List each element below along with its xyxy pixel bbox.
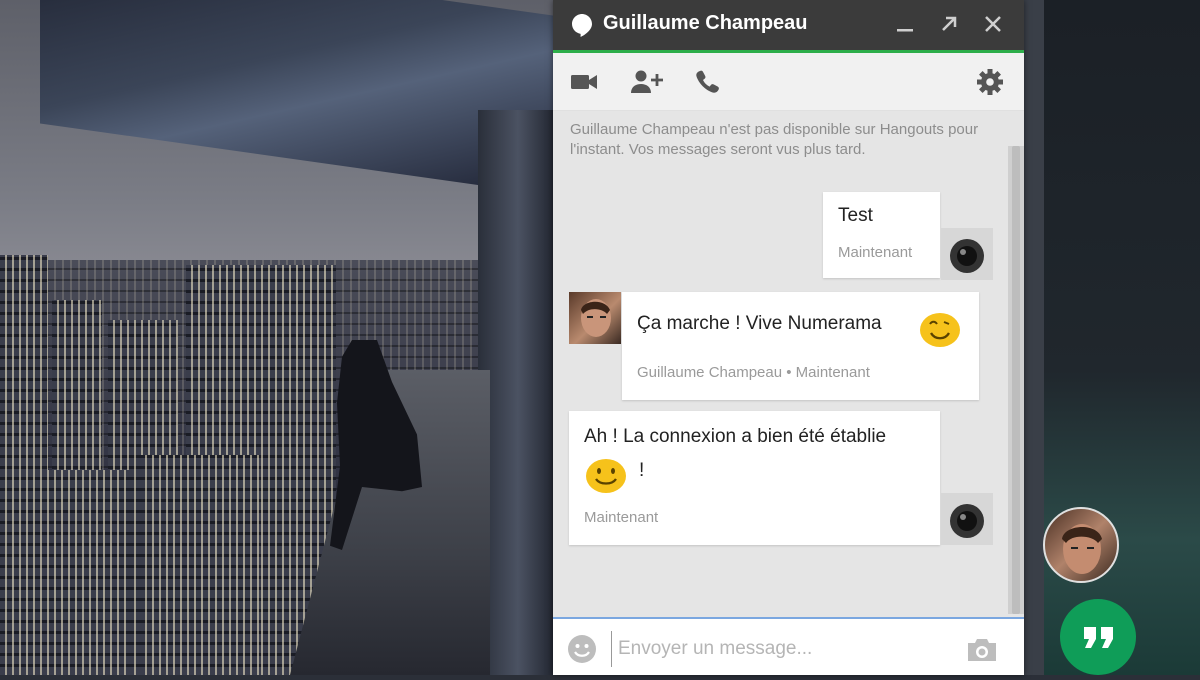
building-wall bbox=[478, 110, 558, 675]
smiley-emoji-icon bbox=[586, 459, 626, 493]
contact-bubble-avatar[interactable] bbox=[1043, 507, 1119, 583]
title-bar[interactable]: Guillaume Champeau bbox=[553, 0, 1024, 53]
building bbox=[0, 470, 130, 675]
video-icon[interactable] bbox=[569, 68, 599, 96]
camera-icon[interactable] bbox=[965, 637, 999, 663]
message-list[interactable]: Guillaume Champeau n'est pas disponible … bbox=[553, 111, 1024, 617]
received-message: Ça marche ! Vive Numerama Guillaume Cham… bbox=[622, 292, 979, 400]
emoji-picker-icon[interactable] bbox=[567, 634, 597, 664]
hangouts-icon bbox=[572, 14, 592, 37]
close-icon[interactable] bbox=[981, 12, 1005, 36]
message-timestamp: Maintenant bbox=[838, 244, 913, 261]
message-text-suffix: ! bbox=[639, 460, 645, 481]
message-text: Ça marche ! Vive Numerama bbox=[637, 313, 882, 334]
right-rail bbox=[1024, 0, 1044, 675]
contact-avatar bbox=[569, 292, 621, 344]
message-text: Ah ! La connexion a bien été établie bbox=[584, 426, 887, 447]
hangouts-chat-window: Guillaume Champeau Guillaume Champeau n'… bbox=[553, 0, 1024, 675]
chat-toolbar bbox=[553, 53, 1024, 111]
minimize-icon[interactable] bbox=[893, 12, 917, 36]
settings-icon[interactable] bbox=[975, 68, 1005, 96]
camera-lens-avatar-icon bbox=[950, 239, 984, 273]
my-avatar bbox=[941, 493, 993, 545]
phone-icon[interactable] bbox=[693, 68, 723, 96]
message-timestamp: Maintenant bbox=[584, 509, 659, 526]
message-composer bbox=[553, 617, 1024, 675]
quote-icon bbox=[1084, 627, 1113, 648]
face-avatar-icon bbox=[1062, 524, 1102, 574]
message-meta: Guillaume Champeau • Maintenant bbox=[637, 364, 870, 381]
new-hangout-button[interactable] bbox=[1060, 599, 1136, 675]
camera-lens-avatar-icon bbox=[950, 504, 984, 538]
scrollbar-thumb[interactable] bbox=[1012, 146, 1020, 614]
pop-out-icon[interactable] bbox=[937, 12, 961, 36]
right-background bbox=[1024, 0, 1200, 675]
add-person-icon[interactable] bbox=[629, 68, 665, 96]
face-avatar-icon bbox=[581, 299, 611, 337]
building bbox=[140, 455, 260, 675]
my-avatar bbox=[941, 228, 993, 280]
offline-notice: Guillaume Champeau n'est pas disponible … bbox=[570, 121, 979, 158]
sent-message: Test Maintenant bbox=[823, 192, 940, 278]
message-text: Test bbox=[838, 205, 873, 226]
winking-emoji-icon bbox=[920, 313, 960, 347]
sent-message: Ah ! La connexion a bien été établie ! M… bbox=[569, 411, 940, 545]
scrollbar[interactable] bbox=[1008, 146, 1024, 614]
message-input[interactable] bbox=[611, 631, 960, 667]
contact-name-title: Guillaume Champeau bbox=[603, 12, 808, 34]
